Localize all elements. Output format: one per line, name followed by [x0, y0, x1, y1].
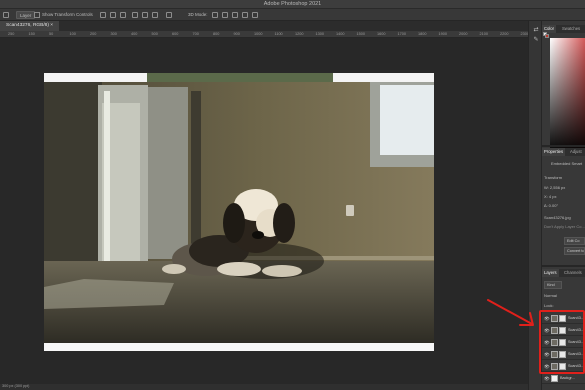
ruler-tick-label: 2100 [479, 32, 488, 36]
horizontal-ruler: 250 150 50 100 200 300 400 500 600 700 800 900 1000 1… [0, 31, 529, 38]
options-bar: Layer Show Transform Controls 3D Mode: [0, 9, 585, 21]
show-transform-checkbox[interactable] [34, 12, 40, 18]
more-options-icon[interactable] [166, 12, 172, 18]
layer-thumbnail [551, 375, 558, 382]
ruler-tick-label: 1500 [356, 32, 365, 36]
smart-object-type: Embedded Smart [551, 161, 583, 166]
ruler-tick-label: 50 [49, 32, 54, 36]
ruler-tick-label: 500 [151, 32, 158, 36]
panel-divider [542, 145, 585, 147]
ruler-tick-label: 1000 [254, 32, 263, 36]
layer-row[interactable]: 👁 Backgr... [542, 373, 585, 384]
transform-heading: Transform [544, 175, 563, 180]
ruler-tick-label: 1600 [377, 32, 386, 36]
background-color-swatch[interactable] [545, 34, 549, 38]
angle-value[interactable]: ∆: 0.00° [544, 203, 558, 208]
tab-layers[interactable]: Layers [542, 269, 559, 277]
align-middle-icon[interactable] [142, 12, 148, 18]
rotate-3d-icon[interactable] [212, 12, 218, 18]
ruler-tick-label: 800 [213, 32, 220, 36]
doc-info: 300 px (300 ppi) [2, 384, 30, 388]
ruler-tick-label: 1900 [438, 32, 447, 36]
ruler-tick-label: 250 [8, 32, 15, 36]
title-bar: Adobe Photoshop 2021 [0, 0, 585, 9]
ruler-tick-label: 1800 [418, 32, 427, 36]
ruler-tick-label: 1100 [274, 32, 283, 36]
status-bar: 300 px (300 ppi) [0, 384, 528, 390]
layers-panel-tabs: Layers Channels [542, 269, 585, 277]
ruler-tick-label: 700 [192, 32, 199, 36]
ruler-tick-label: 1400 [336, 32, 345, 36]
visibility-eye-icon[interactable]: 👁 [544, 376, 550, 382]
annotation-arrow [487, 299, 534, 326]
dog-photo [44, 73, 434, 351]
align-center-icon[interactable] [110, 12, 116, 18]
move-tool-icon[interactable] [3, 12, 9, 18]
annotation-highlight-box [539, 310, 585, 374]
color-picker-field[interactable] [550, 38, 585, 154]
foreground-background-swatches[interactable] [543, 32, 549, 38]
ruler-tick-label: 200 [90, 32, 97, 36]
lock-label: Lock: [544, 303, 554, 308]
edit-contents-button[interactable]: Edit Co [564, 237, 585, 245]
ruler-tick-label: 300 [110, 32, 117, 36]
tab-adjustments[interactable]: Adjust [568, 148, 584, 156]
x-value[interactable]: X: 4 px [544, 194, 556, 199]
brush-icon[interactable]: ✎ [532, 37, 540, 43]
ruler-tick-label: 400 [131, 32, 138, 36]
show-transform-label: Show Transform Controls [42, 12, 93, 17]
ruler-tick-label: 1300 [315, 32, 324, 36]
scale-3d-icon[interactable] [252, 12, 258, 18]
ruler-tick-label: 600 [172, 32, 179, 36]
ruler-tick-label: 150 [28, 32, 35, 36]
ruler-tick-label: 100 [69, 32, 76, 36]
roll-3d-icon[interactable] [222, 12, 228, 18]
panel-divider [542, 265, 585, 267]
layer-filter-kind[interactable]: Kind [544, 281, 562, 289]
ruler-tick-label: 1700 [397, 32, 406, 36]
tab-properties[interactable]: Properties [542, 148, 566, 156]
ruler-tick-label: 1200 [295, 32, 304, 36]
document-canvas-image[interactable] [44, 73, 434, 351]
align-left-icon[interactable] [100, 12, 106, 18]
drag-3d-icon[interactable] [232, 12, 238, 18]
history-icon[interactable]: ⇄ [532, 27, 540, 33]
3d-mode-label: 3D Mode: [188, 12, 208, 17]
slide-3d-icon[interactable] [242, 12, 248, 18]
app-title: Adobe Photoshop 2021 [263, 1, 322, 7]
layer-comp-select[interactable]: Don't Apply Layer Co... [544, 224, 585, 229]
align-top-icon[interactable] [132, 12, 138, 18]
linked-file-name: Scan43276.jpg [544, 215, 571, 220]
properties-panel-tabs: Properties Adjust [542, 148, 585, 156]
ruler-tick-label: 900 [233, 32, 240, 36]
blend-mode-select[interactable]: Normal [544, 293, 557, 298]
width-value[interactable]: W: 2,556 px [544, 185, 565, 190]
document-tab-bar: Scan43276, RGB/8) × [0, 21, 528, 31]
layer-name[interactable]: Backgr... [560, 376, 575, 380]
ruler-tick-label: 2000 [459, 32, 468, 36]
convert-to-layers-button[interactable]: Convert to [564, 247, 585, 255]
tab-swatches[interactable]: Swatches [560, 25, 582, 33]
align-bottom-icon[interactable] [152, 12, 158, 18]
tab-channels[interactable]: Channels [562, 269, 584, 277]
auto-select-dropdown[interactable]: Layer [16, 11, 36, 19]
align-right-icon[interactable] [120, 12, 126, 18]
ruler-tick-label: 2200 [500, 32, 509, 36]
document-tab[interactable]: Scan43276, RGB/8) × [0, 21, 60, 31]
